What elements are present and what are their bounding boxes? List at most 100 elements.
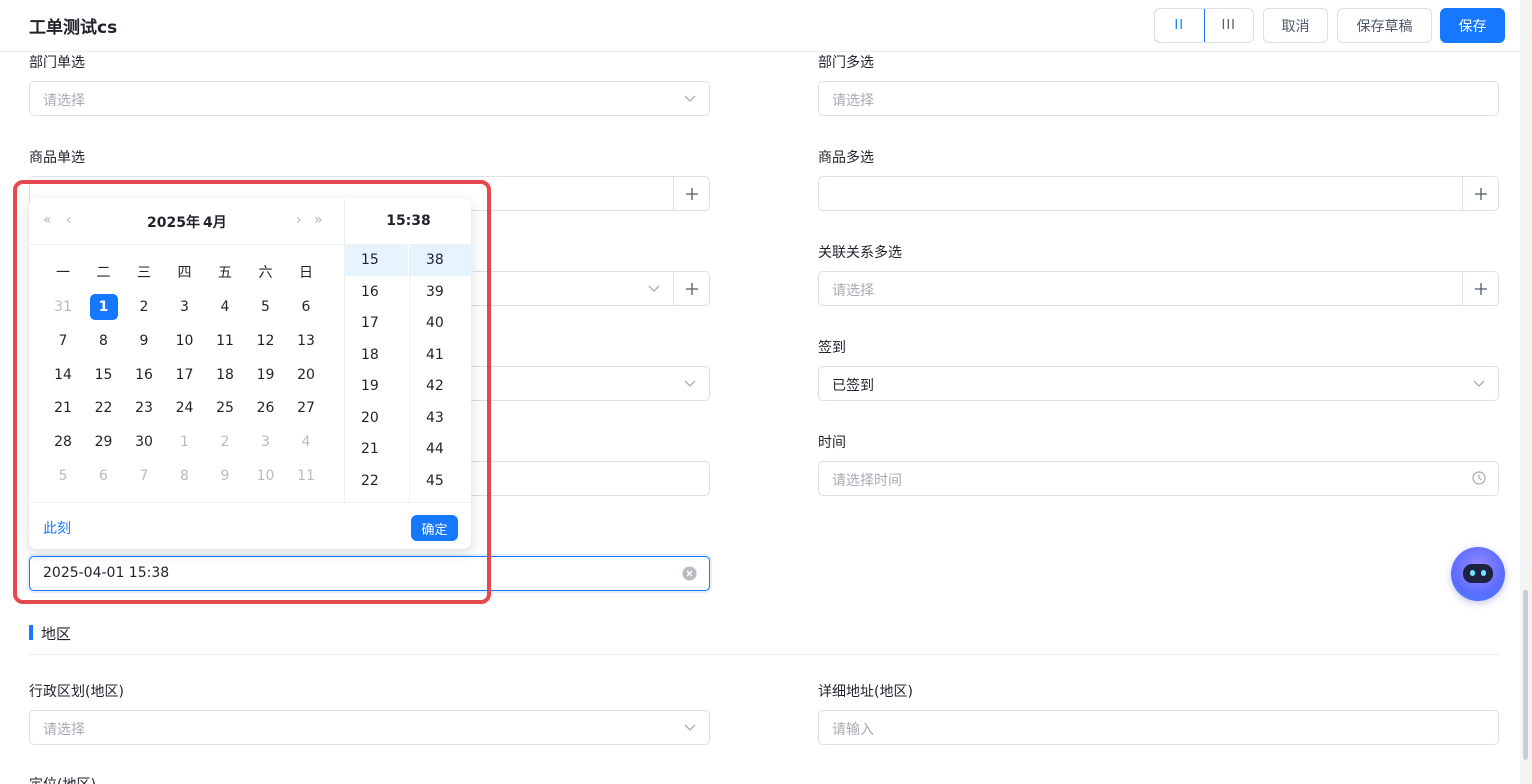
chevron-down-icon [648,285,660,292]
relation-multi-add-button[interactable] [1462,272,1498,305]
hour-option[interactable]: 20 [345,403,408,434]
weekday-label: 二 [96,265,111,281]
calendar-day[interactable]: 26 [252,395,280,421]
product-single-add-button[interactable] [673,177,709,210]
dept-multi-select[interactable]: 请选择 [818,81,1499,116]
minute-option[interactable]: 40 [410,308,473,339]
calendar-day[interactable]: 19 [252,362,280,388]
calendar-day[interactable]: 10 [252,463,280,489]
robot-eye [1481,570,1486,576]
calendar-day[interactable]: 29 [90,429,118,455]
datetime-input[interactable]: 2025-04-01 15:38 [29,556,710,591]
dept-single-select[interactable]: 请选择 [29,81,710,116]
calendar-day[interactable]: 21 [49,395,77,421]
minute-option[interactable]: 42 [410,371,473,402]
calendar-day[interactable]: 10 [171,328,199,354]
next-year-icon[interactable]: » [314,212,323,228]
calendar-day[interactable]: 22 [90,395,118,421]
calendar-day[interactable]: 12 [252,328,280,354]
minute-option[interactable]: 38 [410,245,473,276]
calendar-day[interactable]: 4 [292,429,320,455]
plus-icon [685,282,698,295]
region-address-input[interactable]: 请输入 [818,710,1499,745]
calendar-day[interactable]: 28 [49,429,77,455]
calendar-day[interactable]: 5 [49,463,77,489]
hour-option[interactable]: 16 [345,277,408,308]
hour-option[interactable]: 22 [345,466,408,497]
calendar-day[interactable]: 30 [130,429,158,455]
calendar-day[interactable]: 27 [292,395,320,421]
minute-option[interactable]: 41 [410,340,473,371]
calendar-day[interactable]: 17 [171,362,199,388]
calendar-day[interactable]: 3 [171,294,199,320]
save-draft-button[interactable]: 保存草稿 [1337,8,1432,43]
relation-single-add-button[interactable] [673,272,709,305]
calendar-day[interactable]: 7 [49,328,77,354]
calendar-day[interactable]: 1 [171,429,199,455]
calendar-day[interactable]: 2 [130,294,158,320]
calendar-year[interactable]: 2025年 [147,212,200,232]
calendar-day[interactable]: 1 [89,294,118,320]
checkin-select[interactable]: 已签到 [818,366,1499,401]
minute-column[interactable]: 38 39 40 41 42 43 44 45 [409,245,473,502]
weekday-label: 四 [177,265,192,281]
calendar-day[interactable]: 7 [130,463,158,489]
minute-option[interactable]: 39 [410,277,473,308]
calendar-day[interactable]: 8 [171,463,199,489]
relation-multi-label: 关联关系多选 [818,245,902,261]
vertical-scrollbar[interactable] [1520,0,1532,784]
calendar-day[interactable]: 4 [211,294,239,320]
time-label: 时间 [818,435,846,451]
ai-assistant-robot-icon[interactable] [1451,547,1505,601]
calendar-day[interactable]: 13 [292,328,320,354]
calendar-day[interactable]: 16 [130,362,158,388]
minute-option[interactable]: 45 [410,466,473,497]
scrollbar-thumb[interactable] [1523,590,1528,760]
hour-option[interactable]: 17 [345,308,408,339]
time-picker-input[interactable]: 请选择时间 [818,461,1499,496]
confirm-button[interactable]: 确定 [411,515,458,541]
prev-year-icon[interactable]: « [43,212,52,228]
calendar-day[interactable]: 5 [252,294,280,320]
minute-option[interactable]: 43 [410,403,473,434]
calendar-day[interactable]: 23 [130,395,158,421]
save-button[interactable]: 保存 [1440,8,1505,43]
prev-month-icon[interactable]: ‹ [66,212,72,228]
dept-multi-placeholder: 请选择 [832,93,874,109]
calendar-day[interactable]: 14 [49,362,77,388]
calendar-day[interactable]: 15 [90,362,118,388]
calendar-month[interactable]: 4月 [203,212,227,232]
hour-column[interactable]: 15 16 17 18 19 20 21 22 [345,245,408,502]
two-column-layout-button[interactable]: II [1155,9,1205,42]
product-multi-add-button[interactable] [1462,177,1498,210]
three-column-layout-button[interactable]: III [1205,9,1254,42]
hour-option[interactable]: 21 [345,434,408,465]
calendar-day[interactable]: 9 [130,328,158,354]
product-multi-input[interactable] [818,176,1499,211]
calendar-day[interactable]: 11 [292,463,320,489]
minute-option[interactable]: 44 [410,434,473,465]
calendar-day[interactable]: 3 [252,429,280,455]
hour-option[interactable]: 18 [345,340,408,371]
calendar-day[interactable]: 2 [211,429,239,455]
region-admin-select[interactable]: 请选择 [29,710,710,745]
cancel-button[interactable]: 取消 [1263,8,1328,43]
calendar-day[interactable]: 6 [90,463,118,489]
calendar-day[interactable]: 31 [49,294,77,320]
clear-icon[interactable] [682,566,697,581]
calendar-day[interactable]: 11 [211,328,239,354]
next-month-icon[interactable]: › [296,212,302,228]
page-title: 工单测试cs [29,18,118,38]
calendar-day[interactable]: 24 [171,395,199,421]
calendar-day[interactable]: 6 [292,294,320,320]
hour-option[interactable]: 19 [345,371,408,402]
calendar-day[interactable]: 20 [292,362,320,388]
calendar-day[interactable]: 9 [211,463,239,489]
now-link[interactable]: 此刻 [43,518,71,538]
calendar-day[interactable]: 25 [211,395,239,421]
hour-option[interactable]: 15 [345,245,408,276]
weekday-label: 五 [218,265,232,281]
calendar-day[interactable]: 18 [211,362,239,388]
calendar-day[interactable]: 8 [90,328,118,354]
relation-multi-select[interactable]: 请选择 [818,271,1499,306]
